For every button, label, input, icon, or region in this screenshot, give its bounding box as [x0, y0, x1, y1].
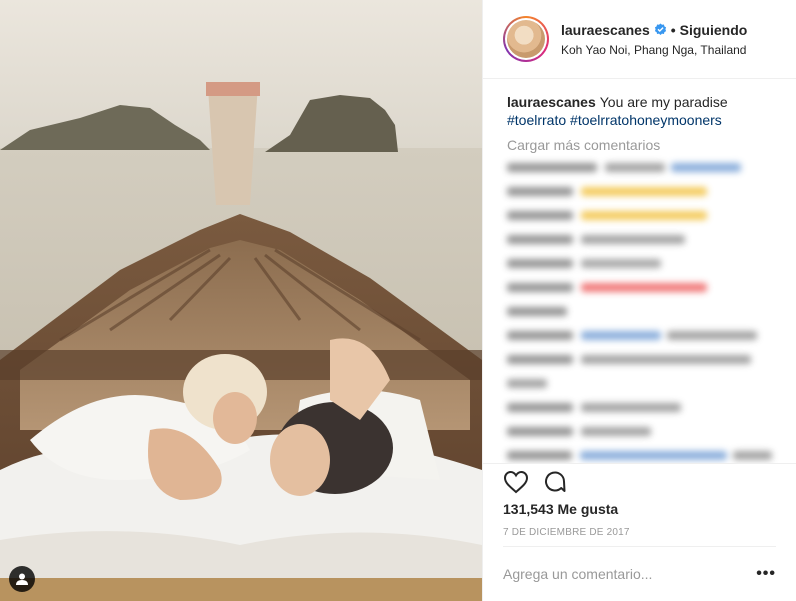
comment-input[interactable]	[503, 566, 743, 582]
post-header: lauraescanes • Siguiendo Koh Yao Noi, Ph…	[483, 0, 796, 79]
blurred-comment	[507, 351, 772, 367]
blurred-comment	[507, 207, 772, 223]
blurred-comment	[507, 375, 772, 391]
blurred-comment	[507, 183, 772, 199]
blurred-comment	[507, 255, 772, 271]
location-link[interactable]: Koh Yao Noi, Phang Nga, Thailand	[561, 43, 747, 57]
more-options-icon[interactable]: •••	[756, 566, 776, 582]
caption-text: You are my paradise	[599, 94, 728, 110]
blurred-comment	[507, 423, 772, 439]
post-actions: 131,543 Me gusta 7 DE DICIEMBRE DE 2017	[483, 463, 796, 538]
heart-icon[interactable]	[503, 470, 529, 494]
post-photo[interactable]	[0, 0, 482, 601]
speech-bubble-icon[interactable]	[543, 470, 567, 494]
comments-section: lauraescanes You are my paradise #toelrra…	[483, 79, 796, 463]
user-tag-icon[interactable]	[9, 566, 35, 592]
load-more-comments-button[interactable]: Cargar más comentarios	[507, 137, 772, 153]
header-info: lauraescanes • Siguiendo Koh Yao Noi, Ph…	[561, 22, 747, 57]
blurred-comment	[507, 231, 772, 247]
profile-avatar	[507, 20, 545, 58]
post-date: 7 DE DICIEMBRE DE 2017	[503, 527, 630, 538]
post-sidebar: lauraescanes • Siguiendo Koh Yao Noi, Ph…	[482, 0, 796, 601]
avatar[interactable]	[503, 16, 549, 62]
blurred-comment	[507, 303, 772, 319]
post-caption: lauraescanes You are my paradise #toelrra…	[507, 93, 772, 129]
action-icons	[503, 464, 776, 499]
header-username[interactable]: lauraescanes	[561, 22, 650, 38]
blurred-comment	[507, 447, 772, 463]
blurred-comment	[507, 399, 772, 415]
blurred-comments	[507, 159, 772, 463]
hashtag-toelrratohoneymooners[interactable]: #toelrratohoneymooners	[570, 112, 722, 128]
separator-dot: •	[670, 21, 676, 38]
photo-illustration	[0, 0, 482, 601]
blurred-comment	[507, 279, 772, 295]
add-comment-bar: •••	[503, 546, 776, 601]
instagram-post: lauraescanes • Siguiendo Koh Yao Noi, Ph…	[0, 0, 796, 601]
blurred-comment	[507, 159, 772, 175]
caption-username[interactable]: lauraescanes	[507, 94, 596, 110]
blurred-comment	[507, 327, 772, 343]
hashtag-toelrrato[interactable]: #toelrrato	[507, 112, 566, 128]
following-button[interactable]: Siguiendo	[680, 22, 748, 38]
verified-badge-icon	[654, 23, 666, 35]
likes-count[interactable]: 131,543 Me gusta	[503, 501, 776, 517]
